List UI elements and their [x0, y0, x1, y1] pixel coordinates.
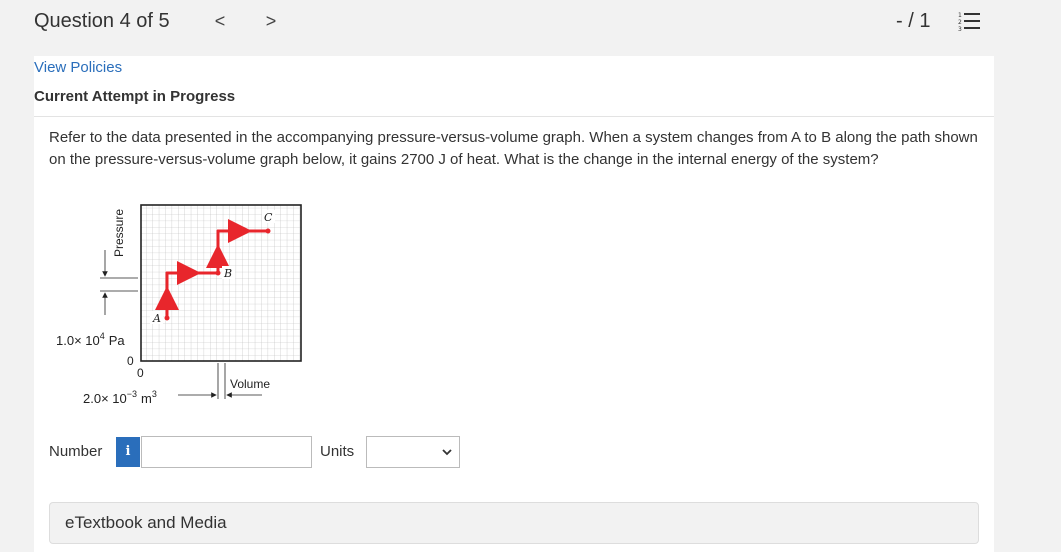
question-counter: Question 4 of 5 — [34, 10, 170, 32]
next-question-button[interactable]: > — [262, 9, 280, 33]
point-b-label: B — [223, 267, 232, 280]
origin-pressure-label: 0 — [127, 354, 134, 368]
question-list-icon[interactable]: 1 2 3 — [958, 10, 980, 32]
view-policies-link[interactable]: View Policies — [34, 59, 122, 76]
etextbook-media-label: eTextbook and Media — [65, 513, 227, 532]
point-c-marker — [265, 228, 271, 234]
y-axis-label: Pressure — [112, 209, 126, 257]
point-c-label: C — [264, 211, 273, 224]
origin-volume-label: 0 — [137, 366, 144, 380]
number-label: Number — [49, 443, 103, 460]
pressure-volume-graph: A B C Pressure Volume 1.0× 104 Pa 0 0 2.0… — [56, 204, 302, 406]
volume-scale-label: 2.0× 10−3 m3 — [83, 389, 157, 406]
svg-text:2: 2 — [958, 19, 962, 26]
question-text: Refer to the data presented in the accom… — [49, 129, 978, 168]
graph-grid — [140, 204, 302, 362]
x-axis-label: Volume — [230, 377, 270, 391]
units-dropdown[interactable] — [366, 436, 460, 468]
svg-text:3: 3 — [958, 26, 962, 32]
svg-text:1: 1 — [958, 12, 962, 19]
number-input[interactable] — [141, 436, 312, 468]
point-b-marker — [215, 270, 221, 276]
etextbook-media-section[interactable]: eTextbook and Media — [49, 502, 979, 544]
point-a-label: A — [152, 312, 161, 325]
units-label: Units — [320, 443, 355, 460]
pressure-scale-label: 1.0× 104 Pa — [56, 331, 125, 348]
divider — [34, 116, 994, 117]
top-bar: Question 4 of 5 < > - / 1 1 2 3 — [0, 0, 1061, 56]
previous-question-button[interactable]: < — [211, 9, 229, 33]
attempt-status: Current Attempt in Progress — [34, 88, 236, 105]
point-a-marker — [164, 315, 170, 321]
score-display: - / 1 — [896, 10, 931, 32]
info-button[interactable]: i — [116, 437, 140, 467]
chevron-down-icon — [442, 449, 452, 456]
